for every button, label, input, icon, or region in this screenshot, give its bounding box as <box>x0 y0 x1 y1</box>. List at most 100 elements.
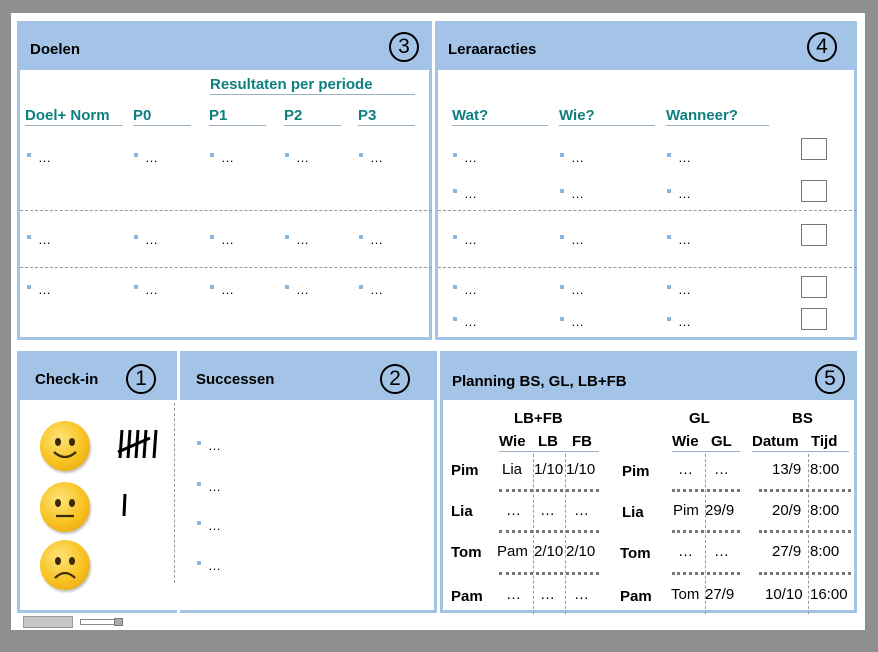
doelen-title: Doelen <box>30 41 81 58</box>
gl-wie-cell: … <box>678 543 693 560</box>
list-item: … <box>667 232 691 247</box>
list-item: … <box>359 232 383 247</box>
datum-cell: 13/9 <box>772 461 802 478</box>
group-gl-header: GL <box>689 410 710 427</box>
row-separator <box>499 530 599 533</box>
list-item: … <box>210 282 234 297</box>
col-tijd: Tijd <box>811 433 838 450</box>
bullet-icon <box>359 153 363 157</box>
bullet-icon <box>197 441 201 445</box>
datum-cell: 10/10 <box>765 586 803 603</box>
planning-name: Lia <box>451 503 473 520</box>
checkbox[interactable] <box>801 138 827 160</box>
lbfb-wie-cell: … <box>506 502 521 519</box>
col-fb: FB <box>572 433 592 450</box>
sad-smiley-icon <box>40 540 90 590</box>
gl-cell: … <box>714 461 729 478</box>
list-item: … <box>134 150 158 165</box>
lbfb-wie-cell: Pam <box>497 543 528 560</box>
list-item: … <box>560 232 584 247</box>
bullet-icon <box>453 189 457 193</box>
neutral-smiley-icon <box>40 482 90 532</box>
lb-cell: … <box>540 586 555 603</box>
checkbox[interactable] <box>801 224 827 246</box>
list-item: … <box>197 479 221 494</box>
header-underline <box>752 451 849 452</box>
checkin-successen-divider <box>174 403 175 583</box>
row-separator <box>499 572 599 575</box>
bullet-icon <box>560 189 564 193</box>
bullet-icon <box>134 153 138 157</box>
bullet-icon <box>667 317 671 321</box>
list-item: … <box>667 314 691 329</box>
bullet-icon <box>560 317 564 321</box>
row-separator <box>759 572 851 575</box>
bullet-icon <box>210 285 214 289</box>
planning-name: Lia <box>622 504 644 521</box>
list-item: … <box>197 558 221 573</box>
bullet-icon <box>134 285 138 289</box>
bullet-icon <box>667 153 671 157</box>
list-item: … <box>560 186 584 201</box>
bullet-icon <box>667 285 671 289</box>
bullet-icon <box>560 235 564 239</box>
list-item: … <box>285 282 309 297</box>
successen-panel: Successen 2 … … … … <box>180 351 437 613</box>
col-p2: P2 <box>284 107 341 126</box>
planning-name: Tom <box>451 544 482 561</box>
lb-cell: 2/10 <box>534 543 564 560</box>
list-item: … <box>667 282 691 297</box>
doelen-header <box>20 24 429 70</box>
gl-cell: 29/9 <box>705 502 735 519</box>
column-divider <box>533 454 534 614</box>
list-item: … <box>359 282 383 297</box>
row-divider <box>438 210 857 211</box>
planning-panel: Planning BS, GL, LB+FB 5 LB+FB GL BS Wie… <box>440 351 857 614</box>
gl-wie-cell: Tom <box>671 586 700 603</box>
column-divider <box>808 454 809 614</box>
bullet-icon <box>134 235 138 239</box>
list-item: … <box>285 150 309 165</box>
row-separator <box>499 489 599 492</box>
planning-name: Pim <box>622 463 650 480</box>
list-item: … <box>667 186 691 201</box>
leraaracties-title: Leraaracties <box>448 41 537 58</box>
fb-cell: 1/10 <box>566 461 596 478</box>
col-doel-norm: Doel+ Norm <box>25 107 123 126</box>
checkbox[interactable] <box>801 308 827 330</box>
bullet-icon <box>453 235 457 239</box>
row-separator <box>672 530 740 533</box>
col-p0: P0 <box>133 107 191 126</box>
datum-cell: 27/9 <box>772 543 802 560</box>
row-divider <box>438 267 857 268</box>
list-item: … <box>285 232 309 247</box>
bullet-icon <box>27 285 31 289</box>
checkbox[interactable] <box>801 276 827 298</box>
list-item: … <box>667 150 691 165</box>
zoom-slider-handle[interactable] <box>114 618 123 626</box>
list-item: … <box>453 150 477 165</box>
bullet-icon <box>197 561 201 565</box>
col-lbfb-wie: Wie <box>499 433 526 450</box>
tijd-cell: 16:00 <box>810 586 848 603</box>
gl-wie-cell: Pim <box>673 502 699 519</box>
group-lbfb-header: LB+FB <box>514 410 563 427</box>
checkbox[interactable] <box>801 180 827 202</box>
col-lb: LB <box>538 433 558 450</box>
row-separator <box>759 530 851 533</box>
tijd-cell: 8:00 <box>810 502 840 519</box>
planning-name: Pim <box>451 462 479 479</box>
horizontal-scrollbar[interactable] <box>23 616 73 628</box>
col-wat: Wat? <box>452 107 548 126</box>
list-item: … <box>453 314 477 329</box>
list-item: … <box>560 150 584 165</box>
doelen-panel: Doelen 3 Resultaten per periode Doel+ No… <box>17 21 432 340</box>
group-bs-header: BS <box>792 410 813 427</box>
doelen-number-badge: 3 <box>389 32 419 62</box>
bullet-icon <box>285 235 289 239</box>
list-item: … <box>453 282 477 297</box>
list-item: … <box>359 150 383 165</box>
leraaracties-panel: Leraaracties 4 Wat? Wie? Wanneer? … … … … <box>435 21 857 340</box>
col-wie: Wie? <box>559 107 655 126</box>
lbfb-wie-cell: … <box>506 586 521 603</box>
